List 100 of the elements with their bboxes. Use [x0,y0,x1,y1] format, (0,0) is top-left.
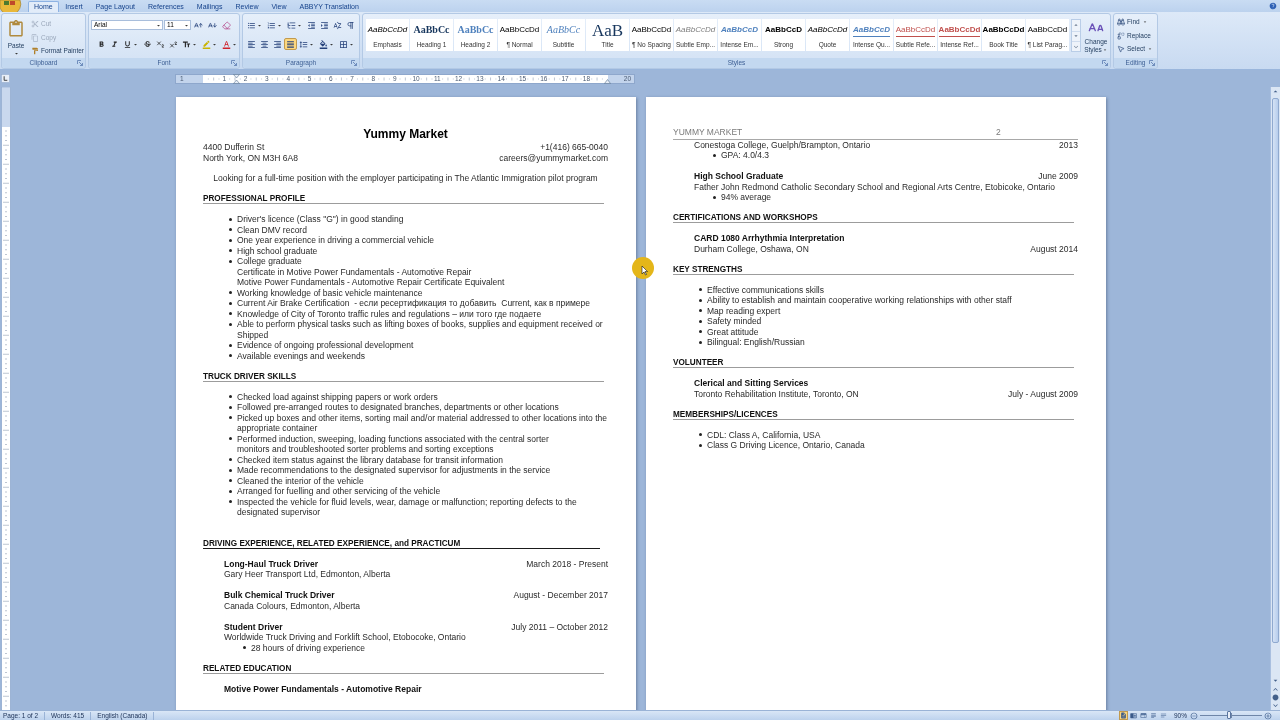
app-menu-button[interactable] [0,0,22,12]
indent-marker-icon[interactable] [604,78,611,84]
launcher-arrow-icon [1149,60,1155,66]
increase-indent-icon [320,20,329,30]
chevron-down-icon[interactable] [1271,701,1280,710]
help-icon[interactable] [1269,2,1277,10]
show-formatting-button[interactable] [344,19,357,31]
tab-stop-selector-icon[interactable] [1,74,10,83]
bullet-icon [229,489,232,493]
list-item-text: CDL: Class A, California, USA [707,429,821,440]
bullet-icon [229,291,232,295]
align-center-icon [260,39,269,49]
entry-place: Canada Colours, Edmonton, Alberta [224,600,361,611]
entry-date: March 2018 - Present [526,558,608,569]
entry-title: Clerical and Sitting Services [694,378,809,389]
dialog-launcher-button[interactable] [1149,60,1155,66]
section-heading: PROFESSIONAL PROFILE [203,194,306,203]
launcher-arrow-icon [351,60,357,66]
bullet-icon [229,301,232,305]
view-button[interactable] [1129,711,1138,720]
align-left-icon [247,39,256,49]
letter-down-arrow-icon [208,20,217,30]
section-heading: RELATED EDUCATION [203,663,292,673]
align-center-button[interactable] [258,38,271,50]
bullet-icon [699,298,702,302]
bullet-icon [699,340,702,344]
dialog-launcher-button[interactable] [351,60,357,66]
section-heading: KEY STRENGTHS [673,264,743,274]
entry-date: July - August 2009 [1008,388,1078,399]
zoom-in-icon[interactable] [1264,711,1272,720]
letters-tt-icon [182,39,191,49]
bullet-icon [699,319,702,323]
list-item-text: Followed pre-arranged routes to designated branches, departments or other locations [237,402,559,413]
bullet-icon [229,312,232,316]
bullet-icon [713,195,716,199]
bullet-icon [229,322,232,326]
list-item-text: Class G Driving Licence, Ontario, Canada [707,440,865,451]
bullet-icon [229,479,232,483]
entry-place: Toronto Rehabilitation Institute, Toronto, ON [694,388,859,399]
scrollbar-thumb[interactable] [1272,98,1279,643]
section-heading: MEMBERSHIPS/LICENCES [673,409,778,419]
bullet-icon [229,437,232,441]
bullet-icon [699,433,702,437]
align-justify-button[interactable] [284,38,297,50]
list-item-text: One year experience in driving a commercial vehicle [237,235,434,246]
entry-title: Student Driver [224,621,283,632]
scissors-icon [31,20,39,28]
zoom-slider-track[interactable] [1200,714,1262,717]
a-z-sort-icon [333,20,342,30]
pointer-icon [1117,45,1125,53]
list-item-text: Available evenings and weekends [237,350,365,361]
indent-marker-icon[interactable] [233,73,240,84]
view-button[interactable] [1139,711,1148,720]
list-item-text: High school graduate [237,245,318,256]
dialog-launcher-button[interactable] [77,60,83,66]
view-button[interactable] [1149,711,1158,720]
replace-icon [1117,31,1125,40]
bullet-icon [229,238,232,242]
list-item-text: Driver's licence (Class "G") in good standing [237,214,404,225]
subscript-button[interactable] [154,38,167,50]
zoom-out-icon[interactable] [1190,711,1198,720]
decrease-indent-button[interactable] [305,19,318,31]
vertical-scrollbar[interactable] [1270,87,1280,710]
superscript-button[interactable] [167,38,180,50]
objective-text: Looking for a full-time position with the employer participating in The Atlantic Immigration pilot program [213,173,598,184]
subscript-icon [156,39,165,49]
sort-button[interactable] [331,19,344,31]
columns-icon [1130,712,1137,719]
dialog-launcher-button[interactable] [231,60,237,66]
entry-place: Conestoga College, Guelph/Brampton, Ontario [694,139,871,150]
increase-indent-button[interactable] [318,19,331,31]
launcher-arrow-icon [231,60,237,66]
entry-date: August 2014 [1030,243,1078,254]
list-item-text: 94% average [721,192,772,203]
align-right-button[interactable] [271,38,284,50]
page-icon [1120,712,1127,719]
list-item-text: Arranged for fuelling and other servicing of the vehicle [237,486,441,497]
list-item-text: Inspected the vehicle for fluid levels, wear, damage or malfunction; reporting defects to the designated supervisor [237,496,577,518]
list-item-text: Clean DMV record [237,224,307,235]
zoom-slider-thumb[interactable] [1227,711,1232,720]
view-button[interactable] [1119,711,1128,720]
bullet-icon [699,288,702,292]
strikethrough-button[interactable] [141,38,154,50]
list-item-text: Current Air Brake Certification - если ресертификация то добавить Current, как в примере [237,298,590,309]
align-left-button[interactable] [245,38,258,50]
bullet-icon [229,228,232,232]
bullet-icon [229,343,232,347]
bullet-icon [229,468,232,472]
more-styles-button[interactable] [1072,41,1080,51]
dialog-launcher-button[interactable] [1102,60,1108,66]
list-item-text: Safety minded [707,316,762,327]
entry-date: August - December 2017 [513,590,608,601]
bullet-icon [243,646,246,650]
paint-bucket-icon [319,39,328,49]
bullet-icon [229,354,232,358]
binoculars-icon [1117,18,1125,26]
entry-place: Worldwide Truck Driving and Forklift School, Etobocoke, Ontario [224,632,466,643]
entry-title: CARD 1080 Arrhythmia Interpretation [694,233,845,244]
clear-formatting-button[interactable] [220,19,233,31]
bullet-icon [229,405,232,409]
